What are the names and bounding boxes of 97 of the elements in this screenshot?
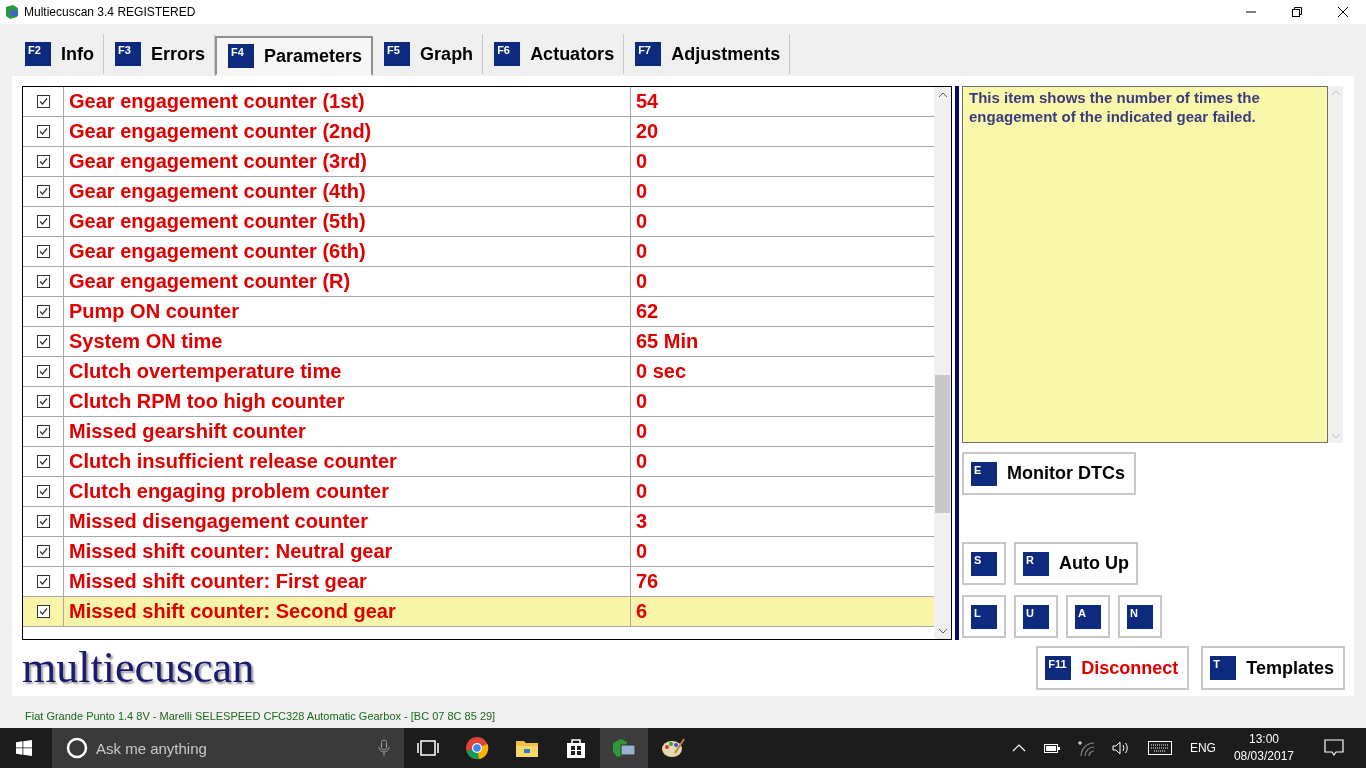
tab[interactable]: F3 Errors: [104, 34, 216, 74]
app-icon[interactable]: [611, 737, 637, 759]
keyboard-icon[interactable]: [1147, 741, 1172, 755]
checkbox[interactable]: [36, 575, 50, 588]
tab[interactable]: F5 Graph: [373, 34, 484, 74]
checkbox[interactable]: [36, 275, 50, 288]
parameter-value: 0: [636, 420, 648, 443]
parameter-name: Gear engagement counter (4th): [64, 177, 631, 206]
battery-icon[interactable]: [1043, 743, 1060, 753]
key-button[interactable]: L: [962, 595, 1006, 638]
clock[interactable]: 13:00 08/03/2017: [1233, 731, 1294, 765]
microphone-icon[interactable]: [378, 739, 390, 757]
checkbox[interactable]: [36, 425, 50, 438]
parameter-name: Gear engagement counter (1st): [64, 87, 631, 116]
window-title: Multiecuscan 3.4 REGISTERED: [24, 5, 196, 19]
key-button[interactable]: R Auto Up: [1014, 542, 1138, 585]
checkbox[interactable]: [36, 215, 50, 228]
description-text: This item shows the number of times the engagement of the indicated gear failed.: [962, 86, 1328, 443]
key-button[interactable]: S: [962, 542, 1006, 585]
chevron-up-icon[interactable]: [1011, 744, 1026, 752]
parameter-value: 0 sec: [636, 360, 687, 383]
parameter-name: Pump ON counter: [64, 297, 631, 326]
parameter-value: 0: [636, 480, 648, 503]
parameter-value: 0: [636, 270, 648, 293]
checkbox[interactable]: [36, 305, 50, 318]
paint-palette-icon[interactable]: [661, 737, 685, 759]
parameter-value: 0: [636, 240, 648, 263]
parameter-name: Missed gearshift counter: [64, 417, 631, 446]
parameter-value: 0: [636, 390, 648, 413]
store-icon[interactable]: [565, 737, 587, 759]
key-button[interactable]: T Templates: [1201, 646, 1345, 690]
key-button[interactable]: F11 Disconnect: [1036, 646, 1190, 690]
checkbox[interactable]: [36, 95, 50, 108]
parameter-name: Missed shift counter: Neutral gear: [64, 537, 631, 566]
checkbox[interactable]: [36, 395, 50, 408]
parameter-name: Missed disengagement counter: [64, 507, 631, 536]
folder-icon[interactable]: [515, 738, 539, 758]
checkbox[interactable]: [36, 155, 50, 168]
key-button[interactable]: E Monitor DTCs: [962, 452, 1136, 495]
language-indicator[interactable]: ENG: [1189, 741, 1216, 755]
parameter-value: 20: [636, 120, 659, 143]
parameter-name: Clutch overtemperature time: [64, 357, 631, 386]
parameter-value: 6: [636, 600, 648, 623]
checkbox[interactable]: [36, 485, 50, 498]
key-button[interactable]: A: [1066, 595, 1110, 638]
parameter-name: Gear engagement counter (3rd): [64, 147, 631, 176]
tab[interactable]: F4 Parameters: [215, 36, 374, 76]
parameter-value: 3: [636, 510, 648, 533]
app-icon: [4, 4, 20, 20]
parameter-value: 76: [636, 570, 659, 593]
scrollbar[interactable]: [934, 87, 951, 639]
parameter-value: 0: [636, 180, 648, 203]
parameter-name: Clutch engaging problem counter: [64, 477, 631, 506]
circle-icon: [66, 737, 88, 759]
scroll-down-icon[interactable]: [937, 628, 948, 634]
logo: multiecuscan: [22, 644, 256, 692]
checkbox[interactable]: [36, 365, 50, 378]
parameter-name: Gear engagement counter (5th): [64, 207, 631, 236]
volume-icon[interactable]: [1111, 741, 1130, 755]
tab[interactable]: F2 Info: [14, 34, 104, 74]
parameter-value: 62: [636, 300, 659, 323]
scroll-up-icon[interactable]: [937, 92, 948, 98]
parameter-value: 0: [636, 450, 648, 473]
parameter-value: 0: [636, 150, 648, 173]
search-field[interactable]: Ask me anything: [52, 728, 404, 768]
tab[interactable]: F7 Adjustments: [624, 34, 791, 74]
task-view-icon[interactable]: [417, 739, 439, 757]
parameter-name: Gear engagement counter (R): [64, 267, 631, 296]
checkbox[interactable]: [36, 545, 50, 558]
parameter-value: 65 Min: [636, 330, 699, 353]
checkbox[interactable]: [36, 245, 50, 258]
parameter-name: System ON time: [64, 327, 631, 356]
parameter-value: 54: [636, 90, 659, 113]
checkbox[interactable]: [36, 335, 50, 348]
tab[interactable]: F6 Actuators: [483, 34, 625, 74]
checkbox[interactable]: [36, 605, 50, 618]
browser-icon[interactable]: [465, 736, 489, 760]
checkbox[interactable]: [36, 185, 50, 198]
parameter-value: 0: [636, 210, 648, 233]
scroll-thumb[interactable]: [935, 375, 950, 513]
parameter-name: Clutch insufficient release counter: [64, 447, 631, 476]
checkbox[interactable]: [36, 455, 50, 468]
notification-icon[interactable]: [1324, 739, 1344, 757]
key-button[interactable]: U: [1014, 595, 1058, 638]
parameter-value: 0: [636, 540, 648, 563]
parameter-name: Clutch RPM too high counter: [64, 387, 631, 416]
parameter-name: Gear engagement counter (2nd): [64, 117, 631, 146]
windows-start-icon[interactable]: [16, 740, 32, 756]
parameter-name: Missed shift counter: First gear: [64, 567, 631, 596]
close-icon[interactable]: [1337, 6, 1349, 18]
parameter-name: Gear engagement counter (6th): [64, 237, 631, 266]
restore-icon[interactable]: [1291, 6, 1303, 18]
checkbox[interactable]: [36, 125, 50, 138]
parameter-name: Missed shift counter: Second gear: [64, 597, 631, 626]
wifi-icon[interactable]: [1077, 740, 1094, 756]
checkbox[interactable]: [36, 515, 50, 528]
key-button[interactable]: N: [1118, 595, 1162, 638]
